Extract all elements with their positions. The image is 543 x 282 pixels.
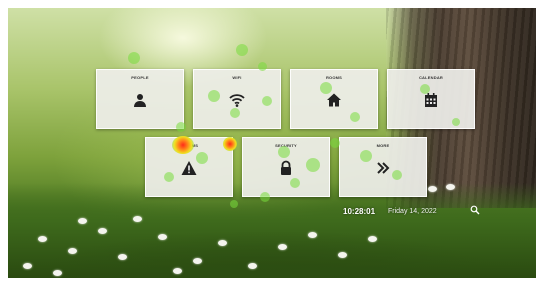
flower	[118, 254, 127, 260]
tile-security[interactable]: SECURITY	[242, 137, 330, 197]
flower	[248, 263, 257, 269]
tile-label-rooms: ROOMS	[325, 75, 343, 80]
flower	[446, 184, 455, 190]
tile-label-people: PEOPLE	[131, 75, 149, 80]
flower	[278, 244, 287, 250]
flower	[308, 232, 317, 238]
home-icon	[326, 92, 342, 108]
tile-more[interactable]: MORE	[339, 137, 427, 197]
tile-label-more: MORE	[376, 143, 390, 148]
tile-rooms[interactable]: ROOMS	[290, 69, 378, 129]
tile-label-security: SECURITY	[275, 143, 297, 148]
tile-label-wifi: WIFI	[232, 75, 242, 80]
flower	[158, 234, 167, 240]
flower	[98, 228, 107, 234]
flower	[78, 218, 87, 224]
wifi-icon	[229, 92, 245, 108]
flower	[173, 268, 182, 274]
flower	[53, 270, 62, 276]
tile-people[interactable]: PEOPLE	[96, 69, 184, 129]
flower	[68, 248, 77, 254]
tile-calendar[interactable]: CALENDAR	[387, 69, 475, 129]
clock-date: Friday 14, 2022	[388, 208, 437, 215]
double-chevron-right-icon	[375, 160, 391, 176]
tile-label-calendar: CALENDAR	[418, 75, 444, 80]
tile-wifi[interactable]: WIFI	[193, 69, 281, 129]
calendar-icon	[423, 92, 439, 108]
clock-time: 10:28:01	[343, 207, 376, 216]
flower	[338, 252, 347, 258]
flower	[23, 263, 32, 269]
flower	[193, 258, 202, 264]
flower	[218, 240, 227, 246]
flower	[38, 236, 47, 242]
flower	[428, 186, 437, 192]
tile-label-alarms: ALARMS	[179, 143, 199, 148]
search-icon[interactable]	[470, 205, 480, 215]
person-icon	[132, 92, 148, 108]
flower	[133, 216, 142, 222]
flower	[368, 236, 377, 242]
tile-alarms[interactable]: ALARMS	[145, 137, 233, 197]
warning-icon	[181, 160, 197, 176]
grass-meadow	[8, 183, 536, 278]
lock-icon	[278, 160, 294, 176]
